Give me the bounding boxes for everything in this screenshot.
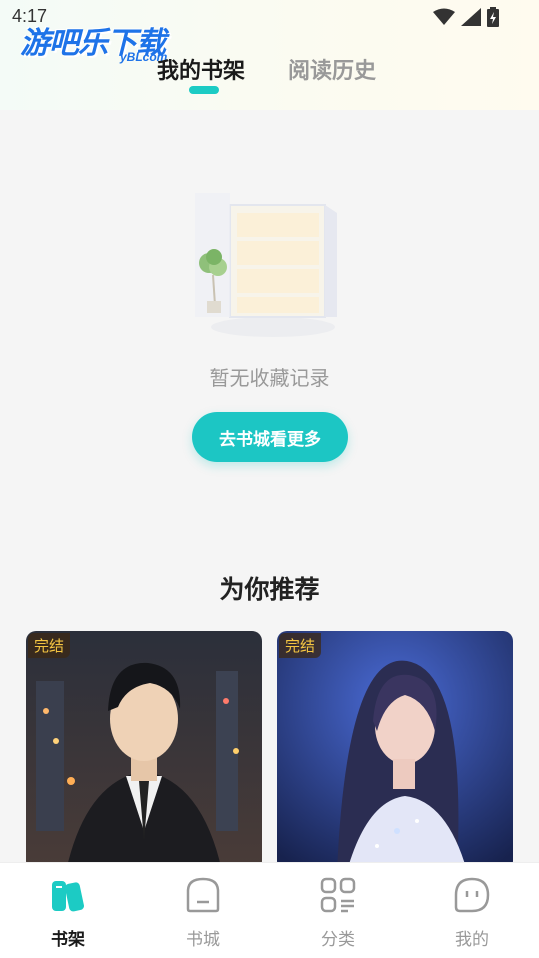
battery-icon bbox=[487, 7, 499, 27]
shelf-tabs: 我的书架 阅读历史 bbox=[0, 50, 539, 100]
book-status-badge: 完结 bbox=[28, 633, 71, 658]
bookshelf-icon bbox=[52, 881, 84, 912]
nav-label: 我的 bbox=[455, 930, 489, 950]
nav-label: 书架 bbox=[51, 930, 85, 950]
bottom-navigation: 书架 书城 分类 我的 bbox=[0, 862, 539, 958]
recommend-book-card[interactable]: 完结 bbox=[26, 631, 262, 871]
profile-icon bbox=[454, 877, 490, 913]
empty-state-text: 暂无收藏记录 bbox=[209, 366, 330, 390]
book-status-badge: 完结 bbox=[279, 633, 322, 658]
status-icons bbox=[433, 7, 499, 27]
wifi-icon bbox=[433, 8, 455, 25]
go-to-store-button[interactable]: 去书城看更多 bbox=[192, 412, 348, 462]
nav-item-store[interactable]: 书城 bbox=[163, 875, 243, 951]
tab-indicator bbox=[189, 86, 219, 94]
top-header: 4:17 游吧乐下载 yBLcom 我的书架 阅读历史 bbox=[0, 0, 539, 110]
nav-item-bookshelf[interactable]: 书架 bbox=[28, 875, 108, 951]
nav-item-mine[interactable]: 我的 bbox=[432, 875, 512, 951]
signal-icon bbox=[461, 8, 481, 26]
recommend-book-card[interactable]: 完结 bbox=[277, 631, 513, 871]
recommend-title: 为你推荐 bbox=[219, 575, 320, 604]
tab-my-shelf[interactable]: 我的书架 bbox=[157, 53, 245, 85]
book-cover-image bbox=[277, 631, 513, 871]
tab-reading-history[interactable]: 阅读历史 bbox=[288, 53, 376, 85]
category-icon bbox=[320, 877, 356, 913]
nav-label: 分类 bbox=[321, 930, 355, 950]
nav-label: 书城 bbox=[186, 930, 220, 950]
empty-shelf-illustration bbox=[195, 193, 337, 337]
book-cover-image bbox=[26, 631, 262, 871]
nav-item-category[interactable]: 分类 bbox=[298, 875, 378, 951]
store-icon bbox=[186, 877, 220, 913]
